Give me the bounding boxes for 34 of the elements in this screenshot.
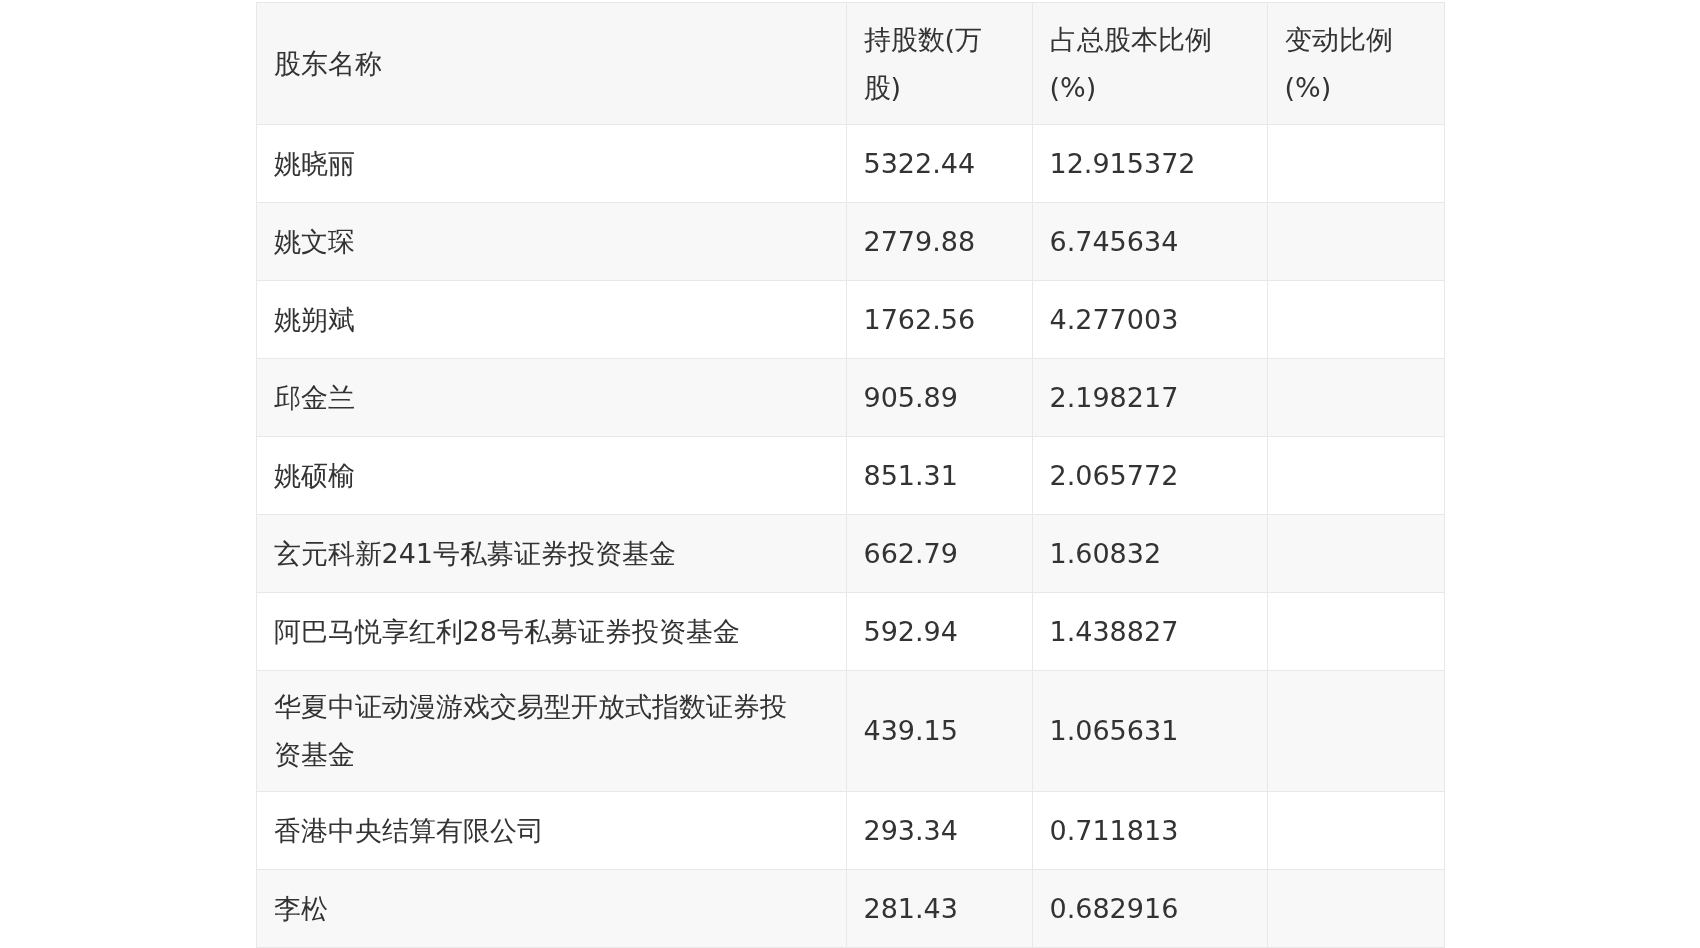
table-cell: 12.915372 [1032, 125, 1268, 203]
table-cell: 281.43 [846, 870, 1033, 948]
table-cell: 姚朔斌 [256, 281, 847, 359]
table-cell: 邱金兰 [256, 359, 847, 437]
table-cell: 662.79 [846, 515, 1033, 593]
table-cell: 905.89 [846, 359, 1033, 437]
table-cell: 2779.88 [846, 203, 1033, 281]
table-cell: 李松 [256, 870, 847, 948]
table-cell: 1.60832 [1032, 515, 1268, 593]
table-cell: 0.711813 [1032, 792, 1268, 870]
table-cell: 姚晓丽 [256, 125, 847, 203]
table-cell: 玄元科新241号私募证券投资基金 [256, 515, 847, 593]
table-cell: 293.34 [846, 792, 1033, 870]
table-cell: 1.438827 [1032, 593, 1268, 671]
table-cell: 6.745634 [1032, 203, 1268, 281]
table-cell: 5322.44 [846, 125, 1033, 203]
table-cell: 香港中央结算有限公司 [256, 792, 847, 870]
column-header: 股东名称 [256, 3, 847, 125]
table-cell: 姚硕榆 [256, 437, 847, 515]
table-cell: 华夏中证动漫游戏交易型开放式指数证券投资基金 [256, 671, 847, 792]
table-cell: 851.31 [846, 437, 1033, 515]
table-cell: 4.277003 [1032, 281, 1268, 359]
table-cell: 阿巴马悦享红利28号私募证券投资基金 [256, 593, 847, 671]
table-cell: 2.198217 [1032, 359, 1268, 437]
table-cell: 439.15 [846, 671, 1033, 792]
table-cell: 2.065772 [1032, 437, 1268, 515]
table-cell: 0.682916 [1032, 870, 1268, 948]
table-cell: 姚文琛 [256, 203, 847, 281]
column-header: 占总股本比例(%) [1032, 3, 1268, 125]
table-cell: 592.94 [846, 593, 1033, 671]
column-header: 持股数(万股) [846, 3, 1033, 125]
table-cell: 1.065631 [1032, 671, 1268, 792]
column-header: 变动比例(%) [1267, 3, 1445, 125]
table-cell: 1762.56 [846, 281, 1033, 359]
